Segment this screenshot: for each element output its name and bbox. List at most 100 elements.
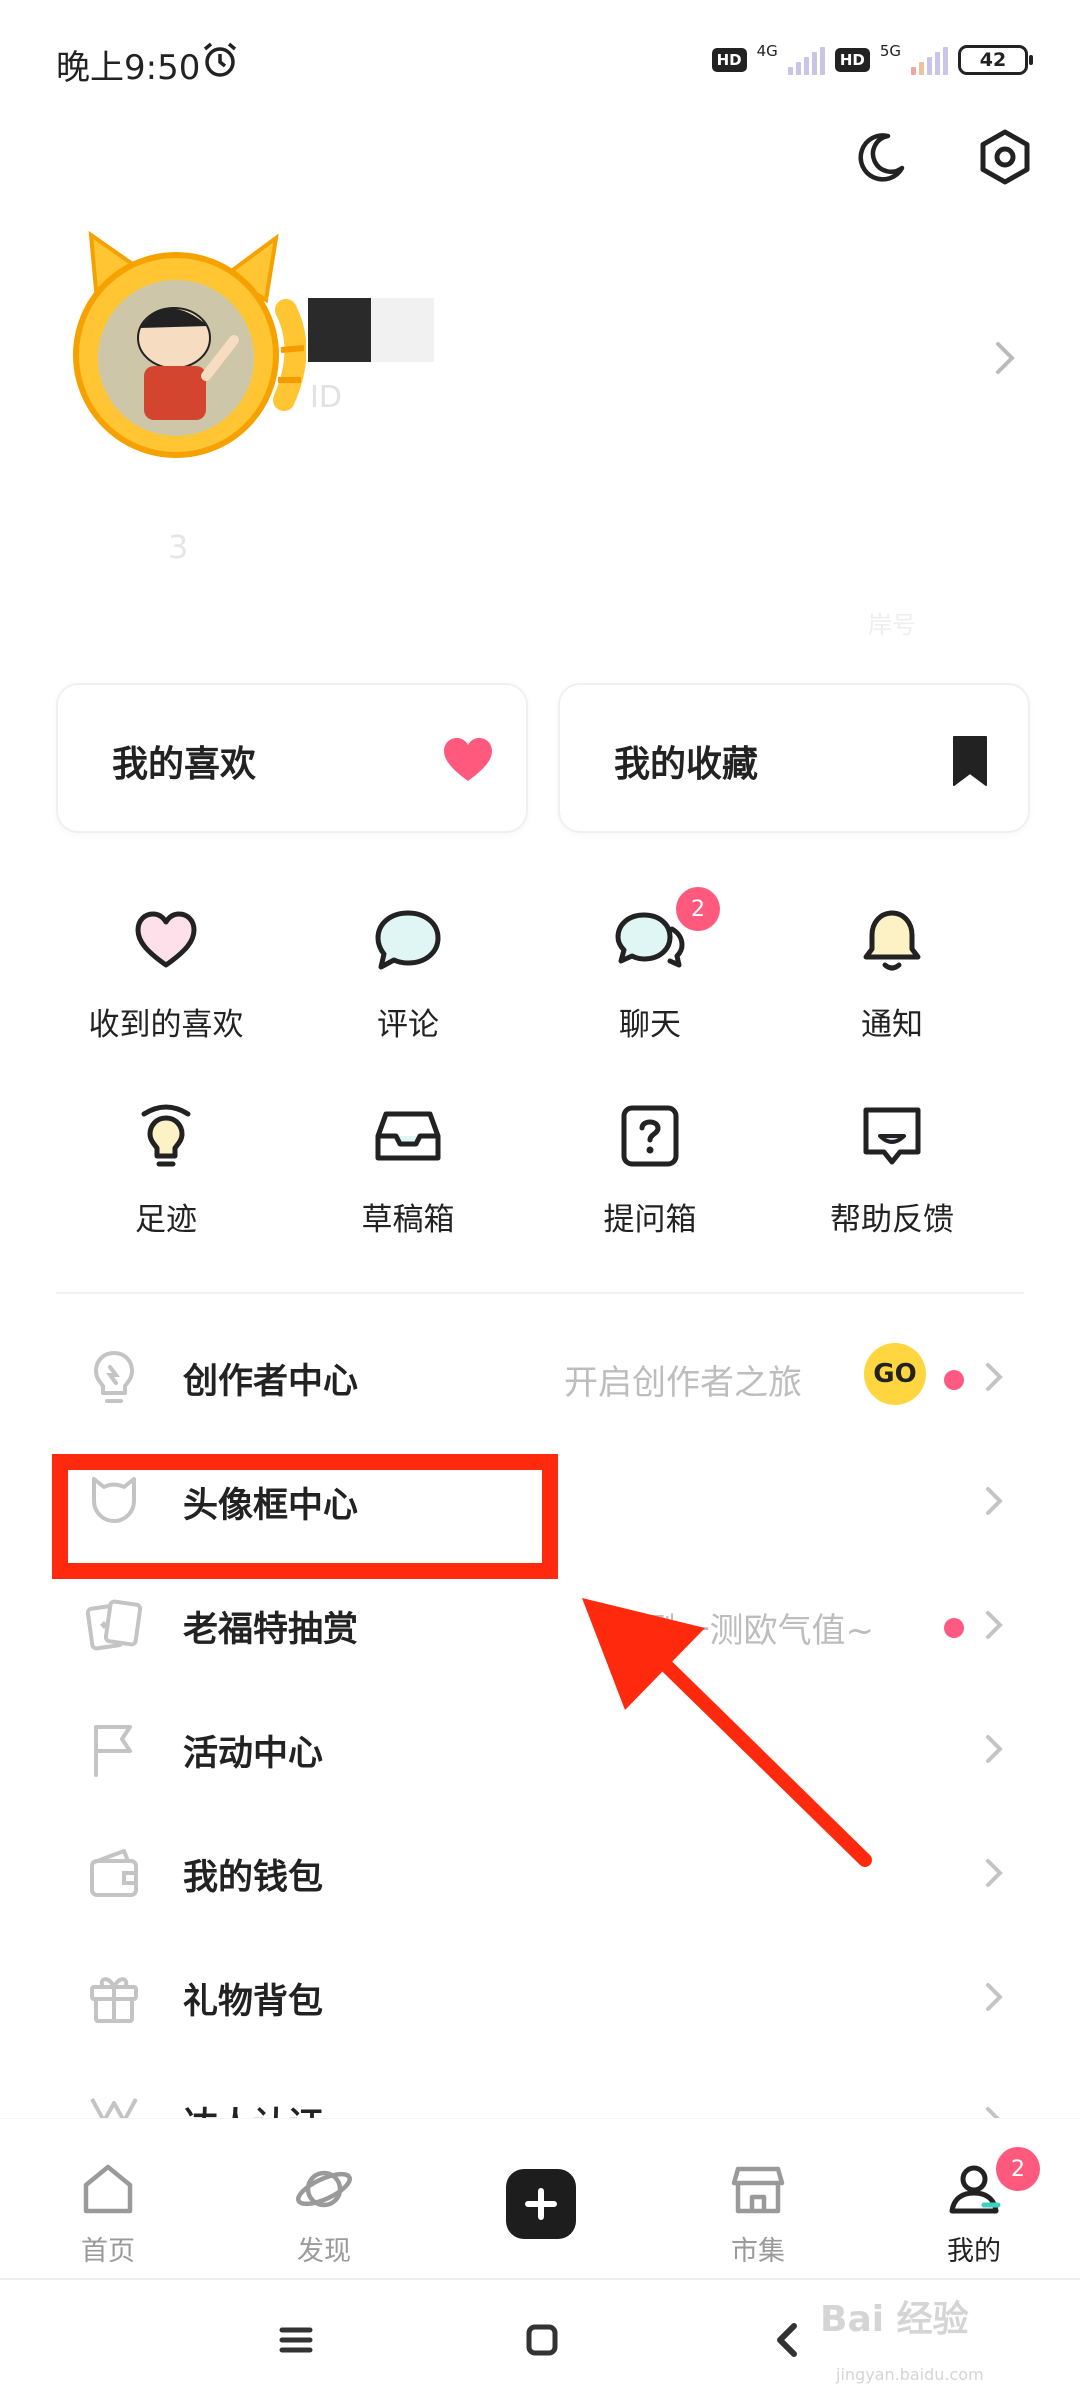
heart-icon bbox=[444, 738, 492, 781]
grid-drafts[interactable]: 草稿箱 bbox=[308, 1100, 508, 1260]
hd-badge: HD bbox=[711, 48, 747, 72]
cards-icon bbox=[85, 1599, 143, 1651]
list-hint: 开启创作者之旅 bbox=[564, 1363, 802, 1403]
alarm-icon bbox=[203, 42, 237, 77]
grid-help-feedback[interactable]: 帮助反馈 bbox=[792, 1100, 992, 1260]
nav-mine[interactable]: 我的 2 bbox=[904, 2147, 1044, 2268]
grid-received-likes[interactable]: 收到的喜欢 bbox=[66, 905, 266, 1065]
signal-icon bbox=[787, 45, 825, 75]
nav-home[interactable]: 首页 bbox=[38, 2159, 178, 2268]
chat-icon bbox=[615, 912, 685, 968]
my-favorites-card[interactable]: 我的收藏 bbox=[558, 683, 1030, 833]
chevron-right-icon bbox=[986, 1859, 1003, 1887]
divider bbox=[56, 1292, 1024, 1294]
grid-label: 草稿箱 bbox=[361, 1202, 455, 1238]
back-icon[interactable] bbox=[768, 2320, 808, 2360]
inbox-icon bbox=[375, 1111, 441, 1161]
baidu-watermark-url: jingyan.baidu.com bbox=[836, 2365, 984, 2384]
grid-notifications[interactable]: 通知 bbox=[792, 905, 992, 1065]
grid-footprints[interactable]: 足迹 bbox=[66, 1100, 266, 1260]
profile-page: 晚上9:50 HD 4G HD 5G 42 ID 3 岸号 我的喜欢 我的收藏 … bbox=[0, 0, 1080, 2400]
my-likes-label: 我的喜欢 bbox=[112, 744, 257, 785]
night-mode-icon[interactable] bbox=[852, 128, 910, 186]
flag-icon bbox=[94, 1725, 132, 1777]
bookmark-icon bbox=[953, 736, 987, 786]
chevron-right-icon bbox=[986, 1611, 1003, 1639]
store-icon bbox=[731, 2166, 785, 2214]
gift-icon bbox=[90, 1977, 138, 2023]
user-icon bbox=[949, 2165, 1001, 2214]
list-label: 礼物背包 bbox=[183, 1982, 324, 2022]
network-label-4g: 4G bbox=[756, 42, 778, 60]
grid-label: 通知 bbox=[861, 1007, 923, 1043]
grid-chat[interactable]: 聊天 2 bbox=[550, 887, 750, 1065]
chevron-right-icon bbox=[986, 1487, 1003, 1515]
grid-label: 聊天 bbox=[619, 1007, 681, 1043]
user-id-label: ID bbox=[310, 380, 342, 415]
user-name-redacted bbox=[308, 298, 434, 362]
chevron-right-icon[interactable] bbox=[990, 338, 1020, 378]
go-badge[interactable]: GO bbox=[864, 1343, 926, 1405]
wallet-icon bbox=[90, 1849, 138, 1897]
grid-label: 足迹 bbox=[135, 1202, 197, 1238]
planet-icon bbox=[296, 2170, 352, 2208]
list-label: 达人认证 bbox=[183, 2097, 323, 2119]
network-label-5g: 5G bbox=[879, 42, 901, 60]
chevron-right-icon bbox=[986, 1735, 1003, 1763]
nav-label: 首页 bbox=[81, 2236, 135, 2267]
list-label: 我的钱包 bbox=[183, 1858, 324, 1898]
heart-outline-icon bbox=[135, 911, 197, 968]
lightbulb-outline-icon bbox=[94, 1351, 134, 1403]
feedback-icon bbox=[863, 1107, 921, 1165]
nav-market[interactable]: 市集 bbox=[688, 2159, 828, 2268]
hd-badge-2: HD bbox=[834, 48, 870, 72]
lightbulb-icon bbox=[141, 1104, 191, 1167]
nav-label: 我的 bbox=[947, 2236, 1001, 2267]
bell-icon bbox=[863, 910, 921, 971]
home-button-icon[interactable] bbox=[522, 2320, 562, 2360]
comment-icon bbox=[375, 910, 441, 970]
list-item-expert-certification[interactable]: 达人认证 bbox=[56, 2059, 1024, 2119]
menu-icon[interactable] bbox=[276, 2320, 316, 2360]
bottom-navigation: 首页 发现 市集 我的 2 bbox=[0, 2118, 1080, 2278]
avatar[interactable] bbox=[56, 230, 306, 460]
question-box-icon bbox=[621, 1105, 679, 1167]
chevron-right-icon bbox=[986, 1363, 1003, 1391]
nav-discover[interactable]: 发现 bbox=[254, 2159, 394, 2268]
chevron-right-icon bbox=[986, 1983, 1003, 2011]
grid-comments[interactable]: 评论 bbox=[308, 905, 508, 1065]
list-label: 创作者中心 bbox=[183, 1362, 359, 1402]
grid-label: 收到的喜欢 bbox=[88, 1007, 244, 1043]
nav-label: 市集 bbox=[731, 2236, 785, 2267]
mine-badge: 2 bbox=[996, 2147, 1040, 2191]
grid-label: 评论 bbox=[377, 1007, 439, 1043]
grid-question-box[interactable]: 提问箱 bbox=[550, 1100, 750, 1260]
status-indicators: HD 4G HD 5G 42 bbox=[711, 42, 1033, 78]
my-favorites-label: 我的收藏 bbox=[614, 744, 759, 785]
my-likes-card[interactable]: 我的喜欢 bbox=[56, 683, 528, 833]
list-item-creator-center[interactable]: 创作者中心 开启创作者之旅 GO bbox=[56, 1315, 1024, 1439]
arrow-annotation bbox=[582, 1598, 872, 1867]
signal-icon-2 bbox=[911, 45, 948, 75]
profile-stat-text: 3 bbox=[168, 528, 189, 566]
list-item-gift-bag[interactable]: 礼物背包 bbox=[56, 1935, 1024, 2059]
highlight-box-annotation bbox=[52, 1454, 558, 1579]
status-bar: 晚上9:50 HD 4G HD 5G 42 bbox=[0, 0, 1080, 125]
profile-stat-label: 岸号 bbox=[868, 611, 916, 639]
status-time: 晚上9:50 bbox=[56, 48, 201, 88]
settings-icon[interactable] bbox=[976, 128, 1034, 186]
create-post-button[interactable] bbox=[506, 2169, 576, 2239]
nav-label: 发现 bbox=[297, 2236, 351, 2267]
plus-icon bbox=[525, 2188, 557, 2220]
list-label: 活动中心 bbox=[183, 1734, 324, 1774]
battery-icon: 42 bbox=[958, 45, 1033, 75]
notification-dot bbox=[944, 1618, 964, 1638]
chevron-right-icon bbox=[986, 2107, 1001, 2119]
grid-label: 提问箱 bbox=[603, 1202, 697, 1238]
badge-icon bbox=[90, 2098, 138, 2119]
notification-dot bbox=[944, 1370, 964, 1390]
chat-unread-badge: 2 bbox=[676, 887, 720, 931]
grid-label: 帮助反馈 bbox=[830, 1202, 954, 1238]
list-label: 老福特抽赏 bbox=[183, 1610, 359, 1650]
home-icon bbox=[83, 2164, 133, 2214]
